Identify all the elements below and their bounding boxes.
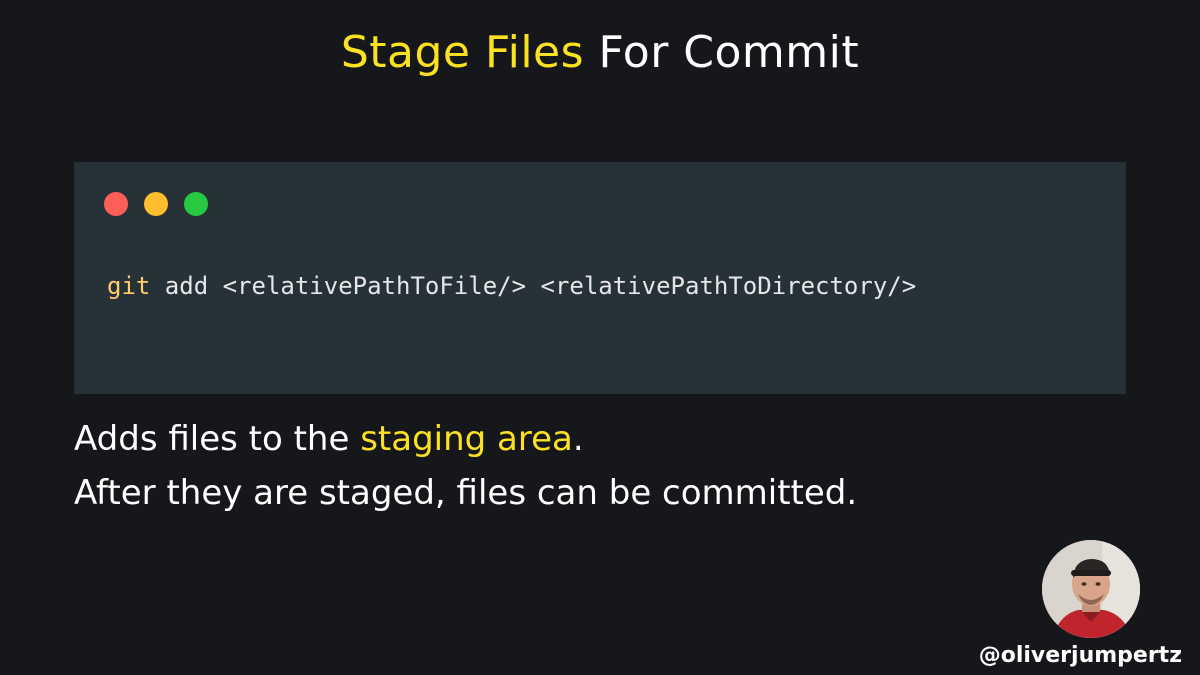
title-rest: For Commit (584, 27, 860, 78)
close-dot-icon (104, 192, 128, 216)
minimize-dot-icon (144, 192, 168, 216)
description: Adds files to the staging area. After th… (74, 412, 857, 520)
maximize-dot-icon (184, 192, 208, 216)
avatar-portrait-icon (1042, 540, 1140, 638)
window-controls (104, 192, 208, 216)
description-line-1: Adds files to the staging area. (74, 412, 857, 466)
description-text: Adds files to the (74, 419, 361, 459)
author-avatar (1042, 540, 1140, 638)
code-command: git add <relativePathToFile/> <relativeP… (107, 268, 916, 304)
code-arguments: add <relativePathToFile/> <relativePathT… (150, 272, 917, 300)
code-keyword: git (107, 272, 151, 300)
description-period: . (572, 419, 584, 459)
page-title: Stage Files For Commit (0, 24, 1200, 82)
description-highlight: staging area (360, 419, 573, 459)
title-highlight: Stage Files (340, 27, 585, 78)
description-line-2: After they are staged, files can be comm… (74, 473, 858, 513)
author-handle: @oliverjumpertz (978, 643, 1182, 668)
